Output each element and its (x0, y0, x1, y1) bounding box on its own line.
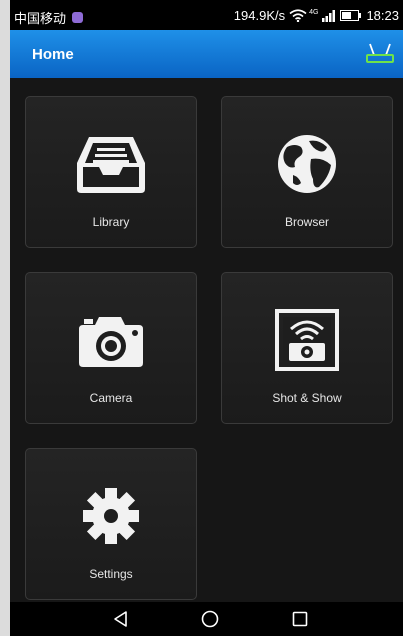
clock: 18:23 (366, 8, 399, 23)
page-title: Home (32, 46, 74, 63)
status-right: 194.9K/s 4G 18:23 (234, 8, 399, 23)
recents-icon (292, 611, 308, 627)
app-notification-icon (72, 12, 84, 23)
navigation-bar (10, 602, 403, 636)
recents-button[interactable] (290, 609, 310, 629)
battery-icon (340, 10, 362, 21)
camera-icon (75, 309, 147, 371)
router-button[interactable] (365, 42, 395, 66)
tile-label: Shot & Show (272, 391, 342, 405)
gear-icon (75, 485, 147, 547)
home-grid: Library Browser Camera Shot & Show Setti… (10, 78, 403, 602)
tile-label: Browser (284, 215, 329, 229)
library-tile[interactable]: Library (25, 96, 197, 248)
router-icon (366, 43, 394, 63)
browser-tile[interactable]: Browser (221, 96, 393, 248)
network-type: 4G (309, 9, 319, 16)
tile-label: Camera (89, 391, 133, 405)
inbox-tray-icon (75, 133, 147, 195)
back-button[interactable] (111, 609, 131, 629)
camera-tile[interactable]: Camera (25, 272, 197, 424)
globe-icon (271, 133, 343, 195)
shot-and-show-tile[interactable]: Shot & Show (221, 272, 393, 424)
carrier-name: 中国移动 (14, 11, 67, 26)
home-icon (201, 610, 219, 628)
back-icon (114, 611, 127, 627)
wifi-icon (289, 9, 307, 22)
signal-icon (322, 9, 336, 22)
tile-label: Settings (89, 567, 133, 581)
network-speed: 194.9K/s (233, 8, 286, 23)
status-left: 中国移动 (14, 8, 84, 27)
settings-tile[interactable]: Settings (25, 448, 197, 600)
tile-label: Library (92, 215, 130, 229)
app-bar: Home (10, 30, 403, 78)
home-button[interactable] (200, 609, 220, 629)
phone-screen: 中国移动 194.9K/s 4G 18:23 Home Library Brow… (10, 0, 403, 636)
wireless-display-icon (271, 309, 343, 371)
status-bar: 中国移动 194.9K/s 4G 18:23 (10, 0, 403, 30)
